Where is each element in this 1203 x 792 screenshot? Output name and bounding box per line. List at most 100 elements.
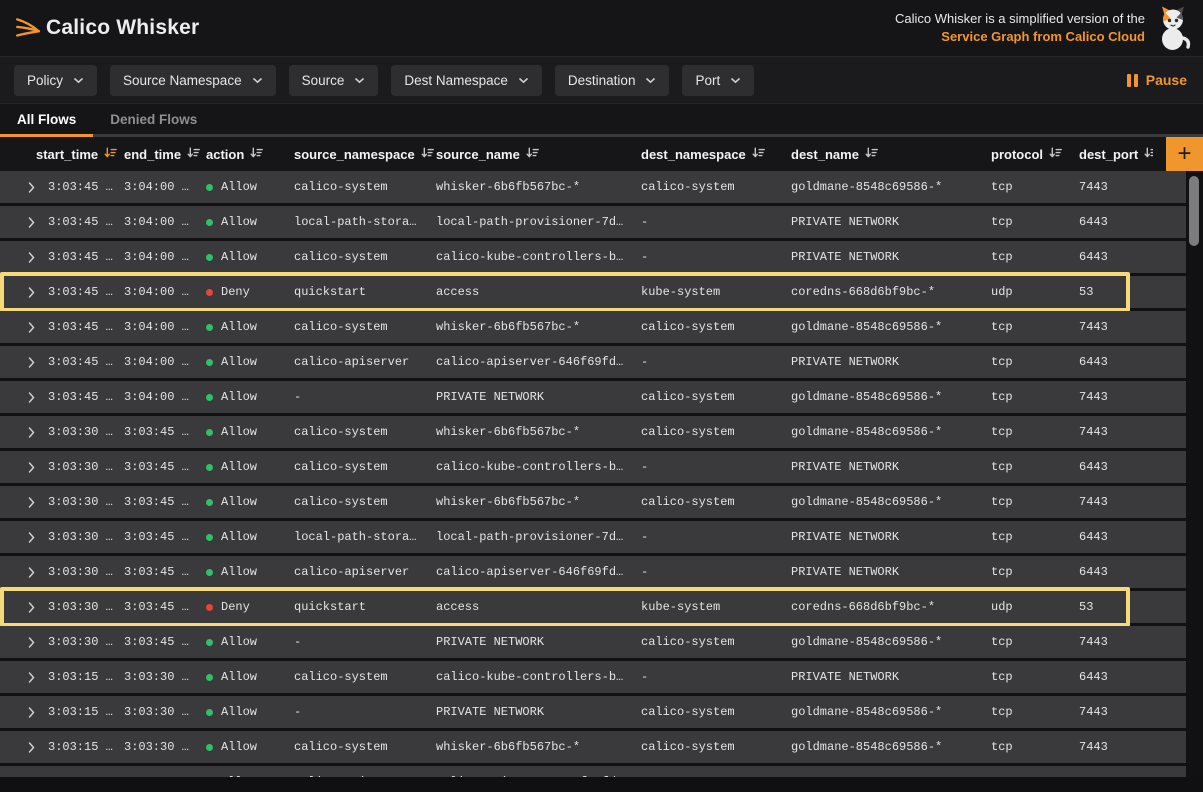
table-row[interactable]: 3:03:30 … 3:03:45 … Deny quickstart acce… (0, 591, 1186, 623)
action-status-dot (206, 709, 213, 716)
cell-source-name: access (436, 285, 641, 299)
cell-dest-name: PRIVATE NETWORK (791, 565, 991, 579)
table-row[interactable]: 3:03:30 … 3:03:45 … Allow calico-system … (0, 416, 1186, 448)
cell-action: Deny (206, 285, 294, 299)
action-status-dot (206, 464, 213, 471)
cell-source-namespace: calico-apiserver (294, 565, 436, 579)
column-header-end-time[interactable]: end_time (124, 147, 206, 162)
table-row[interactable]: 3:03:45 … 3:04:00 … Allow local-path-sto… (0, 206, 1186, 238)
column-header-dest-namespace[interactable]: dest_namespace (641, 147, 791, 162)
table-row[interactable]: 3:03:15 … 3:03:30 … Allow calico-system … (0, 731, 1186, 763)
table-row[interactable]: 3:03:15 … 3:03:30 … Allow calico-system … (0, 661, 1186, 693)
column-header-source-name[interactable]: source_name (436, 147, 641, 162)
column-header-source-namespace[interactable]: source_namespace (294, 147, 436, 162)
tab-denied-flows[interactable]: Denied Flows (93, 104, 214, 134)
chevron-down-icon (354, 77, 365, 84)
cell-source-namespace: local-path-stora… (294, 215, 436, 229)
table-row[interactable]: 3:03:30 … 3:03:45 … Allow local-path-sto… (0, 521, 1186, 553)
table-row[interactable]: 3:03:15 … 3:03:30 … Allow - PRIVATE NETW… (0, 696, 1186, 728)
expand-chevron-icon[interactable] (28, 497, 48, 508)
expand-chevron-icon[interactable] (28, 462, 48, 473)
table-row[interactable]: 3:03:30 … 3:03:45 … Allow calico-apiserv… (0, 556, 1186, 588)
cell-end-time: 3:03:45 … (124, 425, 206, 439)
column-header-start-time[interactable]: start_time (28, 147, 124, 162)
column-header-action[interactable]: action (206, 147, 294, 162)
expand-chevron-icon[interactable] (28, 742, 48, 753)
cell-source-namespace: quickstart (294, 285, 436, 299)
action-status-dot (206, 289, 213, 296)
table-row[interactable]: 3:03:45 … 3:04:00 … Allow calico-system … (0, 171, 1186, 203)
expand-chevron-icon[interactable] (28, 252, 48, 263)
table-row[interactable]: 3:03:45 … 3:04:00 … Allow calico-system … (0, 241, 1186, 273)
cell-dest-port: 6443 (1079, 460, 1186, 474)
cell-start-time: 3:03:30 … (48, 425, 124, 439)
cell-source-namespace: calico-system (294, 180, 436, 194)
tab-all-flows[interactable]: All Flows (0, 104, 93, 134)
table-row[interactable]: 3:03:45 … 3:04:00 … Allow calico-apiserv… (0, 346, 1186, 378)
filter-port-dropdown[interactable]: Port (682, 65, 754, 96)
filter-policy-dropdown[interactable]: Policy (14, 65, 97, 96)
cell-end-time: 3:03:45 … (124, 565, 206, 579)
table-row[interactable]: 3:03:30 … 3:03:45 … Allow - PRIVATE NETW… (0, 626, 1186, 658)
cell-protocol: tcp (991, 705, 1079, 719)
add-column-button[interactable]: + (1166, 137, 1203, 171)
cell-dest-name: goldmane-8548c69586-* (791, 320, 991, 334)
expand-chevron-icon[interactable] (28, 707, 48, 718)
table-row[interactable]: 3:03:30 … 3:03:45 … Allow calico-system … (0, 486, 1186, 518)
action-label: Allow (221, 250, 257, 264)
cell-protocol: tcp (991, 740, 1079, 754)
cell-source-namespace: - (294, 705, 436, 719)
filter-dest-namespace-dropdown[interactable]: Dest Namespace (391, 65, 542, 96)
vertical-scrollbar-thumb[interactable] (1189, 176, 1199, 246)
table-row[interactable]: 3:03:15 … 3:03:30 … Allow calico-apiserv… (0, 766, 1186, 777)
cell-action: Allow (206, 425, 294, 439)
expand-chevron-icon[interactable] (28, 182, 48, 193)
cell-protocol: tcp (991, 495, 1079, 509)
cell-source-name: calico-kube-controllers-b… (436, 670, 641, 684)
expand-chevron-icon[interactable] (28, 637, 48, 648)
table-row[interactable]: 3:03:45 … 3:04:00 … Allow calico-system … (0, 311, 1186, 343)
cell-protocol: tcp (991, 460, 1079, 474)
action-label: Deny (221, 285, 250, 299)
column-header-protocol[interactable]: protocol (991, 147, 1079, 162)
expand-chevron-icon[interactable] (28, 392, 48, 403)
column-header-dest-name[interactable]: dest_name (791, 147, 991, 162)
cell-source-namespace: calico-system (294, 425, 436, 439)
service-graph-link[interactable]: Service Graph from Calico Cloud (895, 28, 1145, 46)
expand-chevron-icon[interactable] (28, 287, 48, 298)
cell-dest-namespace: kube-system (641, 600, 791, 614)
expand-chevron-icon[interactable] (28, 567, 48, 578)
filter-source-dropdown[interactable]: Source (289, 65, 379, 96)
app-title: Calico Whisker (46, 16, 199, 40)
sort-icon (1144, 147, 1153, 162)
filter-destination-dropdown[interactable]: Destination (555, 65, 670, 96)
column-label: start_time (36, 147, 98, 162)
cell-dest-namespace: calico-system (641, 635, 791, 649)
cell-protocol: tcp (991, 180, 1079, 194)
expand-chevron-icon[interactable] (28, 777, 48, 778)
pause-icon (1127, 74, 1138, 87)
cell-action: Allow (206, 705, 294, 719)
filter-source-namespace-dropdown[interactable]: Source Namespace (110, 65, 276, 96)
expand-chevron-icon[interactable] (28, 427, 48, 438)
expand-chevron-icon[interactable] (28, 672, 48, 683)
cell-action: Allow (206, 390, 294, 404)
column-header-dest-port[interactable]: dest_port (1079, 147, 1153, 162)
column-label: action (206, 147, 244, 162)
table-row[interactable]: 3:03:45 … 3:04:00 … Deny quickstart acce… (0, 276, 1186, 308)
cell-dest-name: coredns-668d6bf9bc-* (791, 285, 991, 299)
table-row[interactable]: 3:03:30 … 3:03:45 … Allow calico-system … (0, 451, 1186, 483)
sort-icon (250, 147, 263, 162)
cell-dest-name: goldmane-8548c69586-* (791, 390, 991, 404)
expand-chevron-icon[interactable] (28, 602, 48, 613)
table-row[interactable]: 3:03:45 … 3:04:00 … Allow - PRIVATE NETW… (0, 381, 1186, 413)
cell-start-time: 3:03:30 … (48, 565, 124, 579)
action-label: Allow (221, 180, 257, 194)
expand-chevron-icon[interactable] (28, 322, 48, 333)
expand-chevron-icon[interactable] (28, 217, 48, 228)
expand-chevron-icon[interactable] (28, 532, 48, 543)
cell-source-name: whisker-6b6fb567bc-* (436, 425, 641, 439)
cell-source-name: calico-kube-controllers-b… (436, 250, 641, 264)
pause-button[interactable]: Pause (1127, 72, 1187, 88)
expand-chevron-icon[interactable] (28, 357, 48, 368)
